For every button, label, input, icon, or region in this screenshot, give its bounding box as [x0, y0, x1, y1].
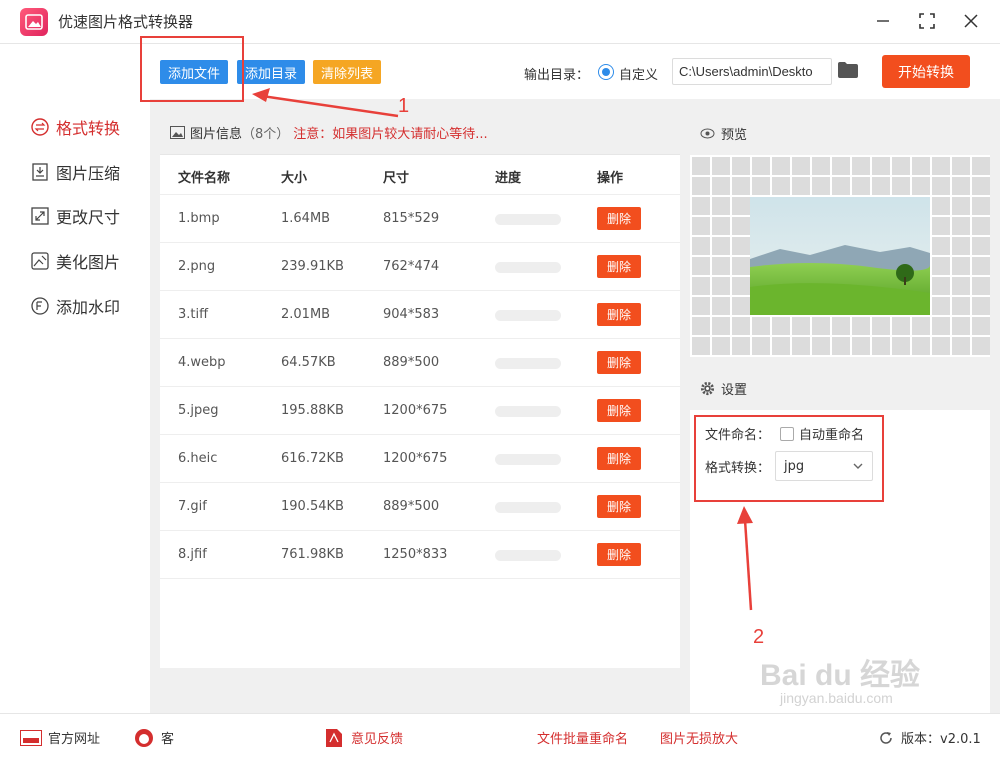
annotation-number-1: 1	[398, 95, 410, 117]
footer: 官方网址 客 意见反馈 文件批量重命名 图片无损放大 版本：v2.0.1	[0, 713, 1000, 760]
customer-service-label: 客	[161, 732, 175, 747]
version-info: 版本：v2.0.1	[877, 728, 981, 747]
web-icon	[20, 729, 42, 747]
feedback-icon	[323, 728, 345, 747]
official-site-label: 官方网址	[48, 732, 101, 747]
annotation-arrows	[252, 88, 753, 611]
feedback-label: 意见反馈	[351, 732, 404, 747]
baidu-watermark-url: jingyan.baidu.com	[780, 690, 893, 706]
feedback-link[interactable]: 意见反馈	[323, 728, 403, 747]
annotation-number-2: 2	[753, 626, 765, 648]
baidu-watermark: Bai du 经验	[760, 659, 921, 692]
version-label: 版本：v2.0.1	[901, 732, 981, 747]
batch-rename-link[interactable]: 文件批量重命名	[537, 728, 628, 747]
customer-service-link[interactable]: 客	[133, 728, 174, 747]
official-site-link[interactable]: 官方网址	[20, 728, 100, 747]
refresh-icon	[877, 729, 895, 747]
headset-icon	[133, 728, 155, 747]
lossless-enlarge-link[interactable]: 图片无损放大	[660, 728, 738, 747]
